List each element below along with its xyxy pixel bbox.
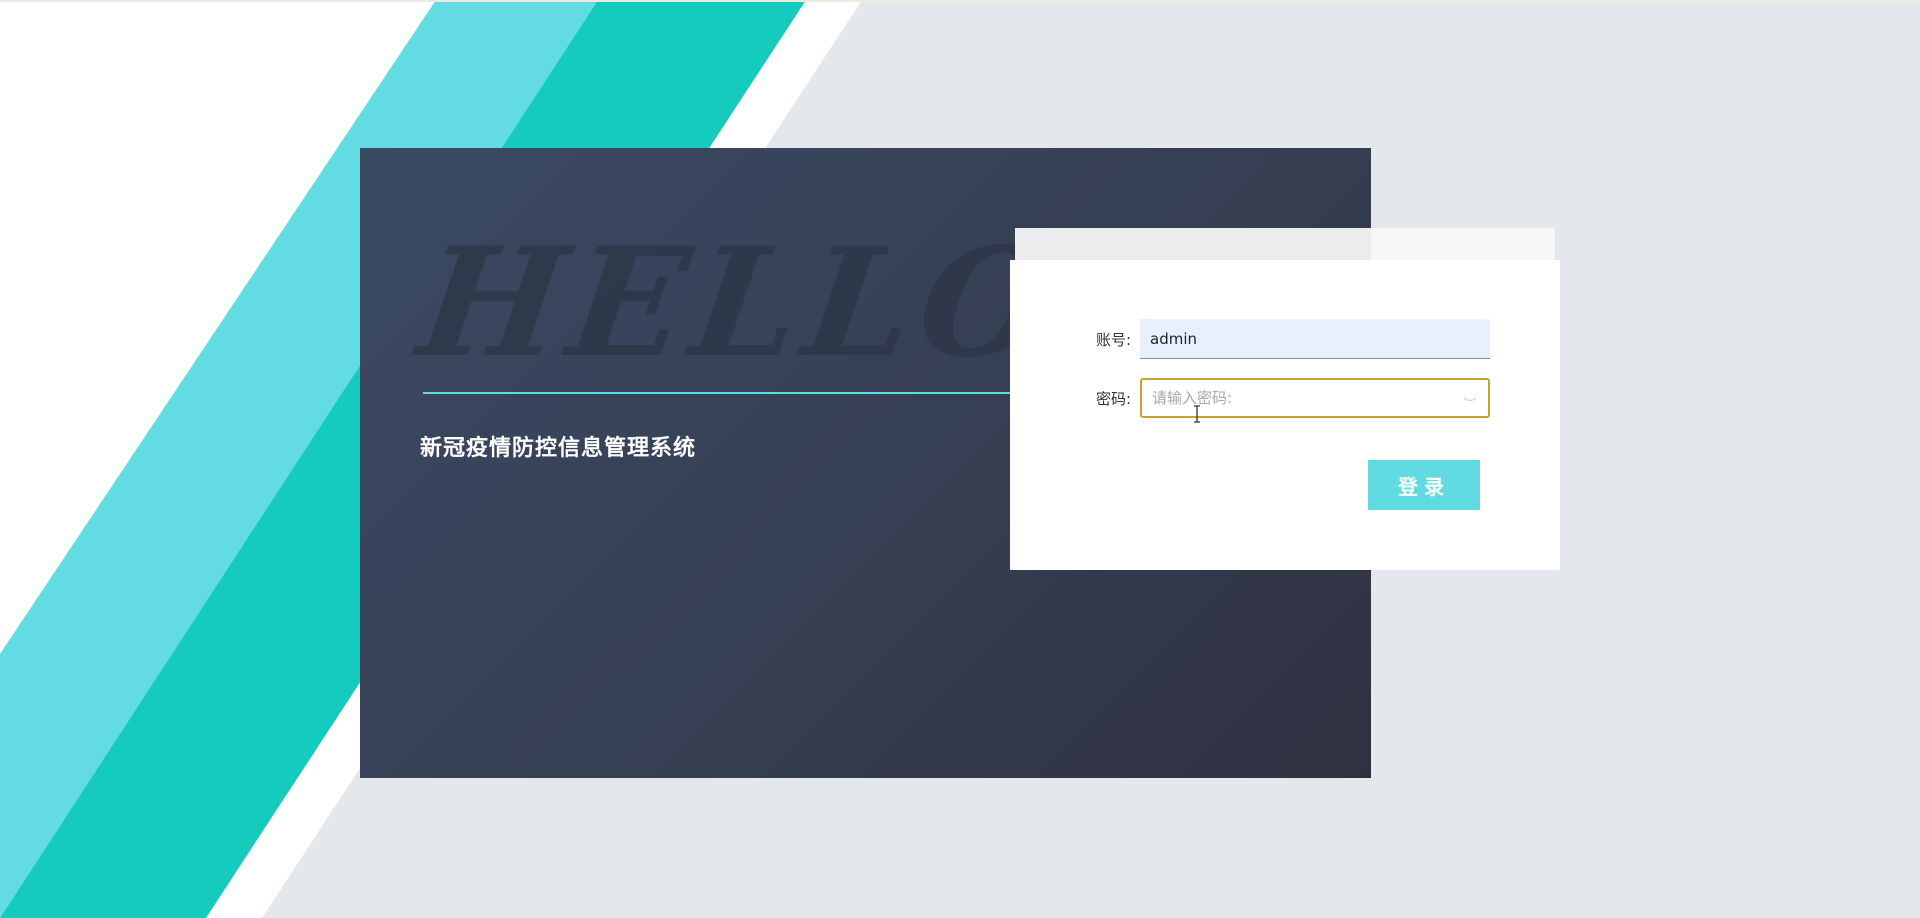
login-button[interactable]: 登录	[1368, 460, 1480, 510]
text-cursor-icon	[1194, 405, 1200, 423]
login-card-back-layer-right	[1371, 228, 1555, 262]
username-row: 账号:	[1080, 319, 1490, 359]
username-input[interactable]	[1140, 319, 1490, 359]
login-page: HELLO 新冠疫情防控信息管理系统 账号: 密码: 登录	[0, 0, 1920, 918]
hero-divider-line	[423, 392, 1075, 394]
username-label: 账号:	[1095, 330, 1131, 349]
password-row: 密码:	[1080, 378, 1490, 418]
hello-watermark: HELLO	[409, 215, 1073, 391]
system-title: 新冠疫情防控信息管理系统	[420, 436, 697, 461]
password-label: 密码:	[1095, 389, 1131, 408]
login-card: 账号: 密码: 登录	[1010, 260, 1560, 570]
password-toggle-icon[interactable]	[1462, 390, 1478, 406]
top-border	[0, 0, 1920, 2]
